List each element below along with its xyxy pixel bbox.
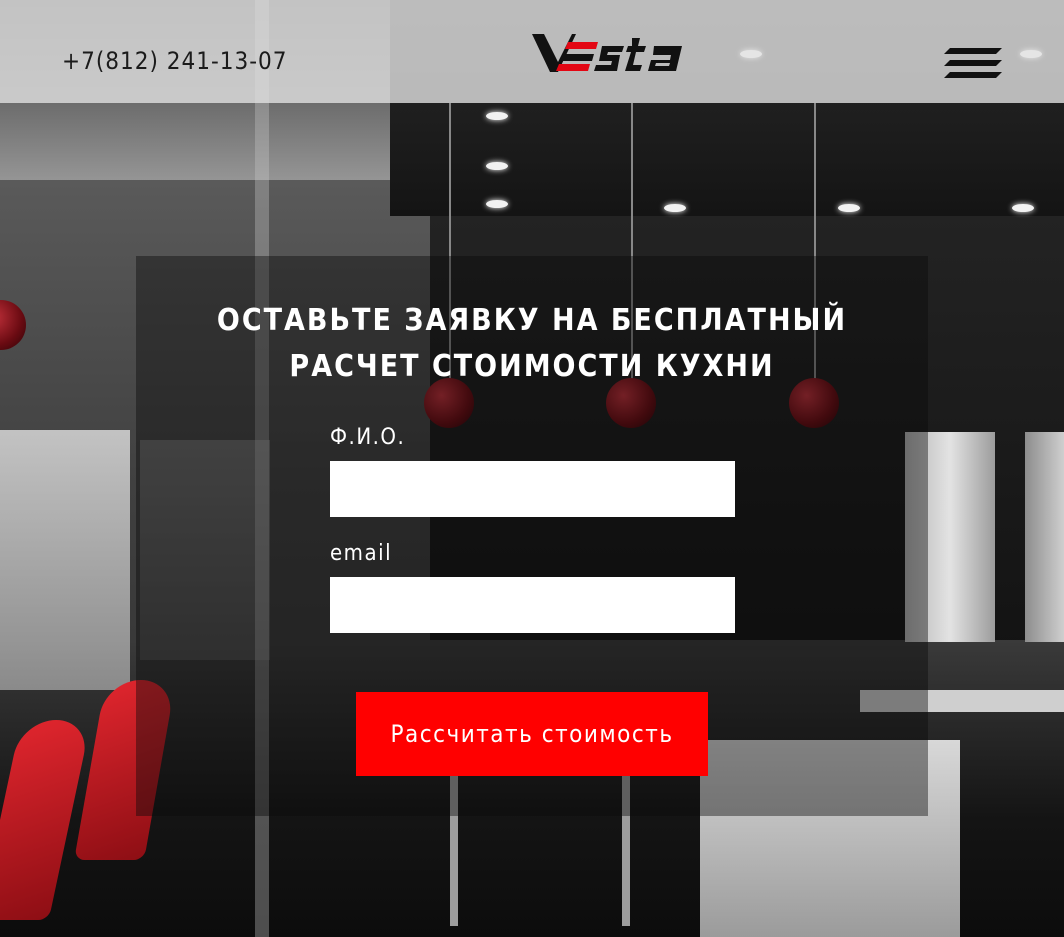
form-title: ОСТАВЬТЕ ЗАЯВКУ НА БЕСПЛАТНЫЙ РАСЧЕТ СТО…: [136, 298, 928, 390]
page: +7(812) 241-13-07 ОСТАВЬТЕ ЗАЯВКУ НА БЕС…: [0, 0, 1064, 937]
name-field[interactable]: [330, 461, 735, 517]
vesta-logo[interactable]: [532, 30, 694, 74]
oven-stack: [1025, 432, 1064, 642]
form-title-line-2: РАСЧЕТ СТОИМОСТИ КУХНИ: [289, 349, 775, 384]
form-title-line-1: ОСТАВЬТЕ ЗАЯВКУ НА БЕСПЛАТНЫЙ: [216, 303, 848, 338]
ceiling-spotlight: [664, 204, 686, 212]
calculate-cost-button[interactable]: Рассчитать стоимость: [356, 692, 708, 776]
ceiling-spotlight: [838, 204, 860, 212]
ceiling-spotlight: [486, 112, 508, 120]
hamburger-menu-icon[interactable]: [944, 48, 1002, 78]
name-label: Ф.И.О.: [330, 425, 406, 450]
email-field[interactable]: [330, 577, 735, 633]
site-header: +7(812) 241-13-07: [0, 0, 1064, 103]
window: [0, 430, 130, 690]
ceiling-spotlight: [486, 162, 508, 170]
email-label: email: [330, 541, 393, 566]
ceiling-spotlight: [486, 200, 508, 208]
phone-number[interactable]: +7(812) 241-13-07: [62, 47, 287, 75]
ceiling-spotlight: [1012, 204, 1034, 212]
